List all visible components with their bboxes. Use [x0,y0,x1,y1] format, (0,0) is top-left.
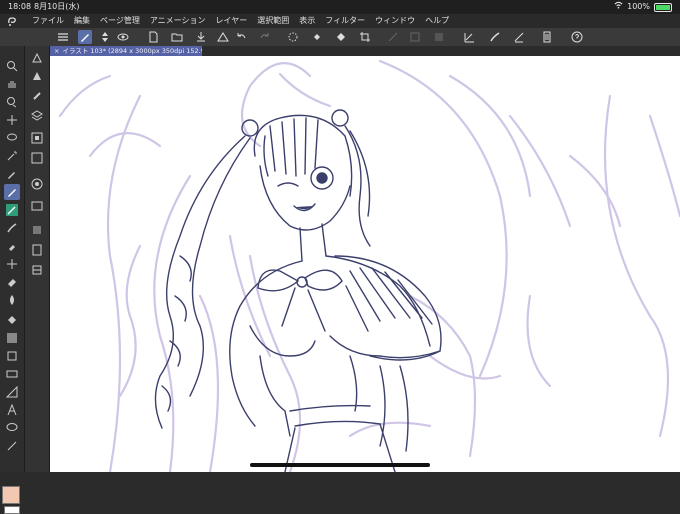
layers-icon[interactable] [29,108,45,124]
menu-items: ファイル 編集 ページ管理 アニメーション レイヤー 選択範囲 表示 フィルター… [32,14,449,28]
sketch-artwork [58,59,680,472]
tool-palette [0,46,25,514]
fill-tool-icon[interactable] [4,312,20,328]
menu-bar: ファイル 編集 ページ管理 アニメーション レイヤー 選択範囲 表示 フィルター… [0,14,680,28]
move-icon[interactable] [4,112,20,128]
color-wheel-icon[interactable] [29,176,45,192]
sub-pen-icon[interactable] [29,50,45,66]
lasso-icon[interactable] [4,130,20,146]
menu-window[interactable]: ウィンドウ [375,14,415,28]
sub-marker-icon[interactable] [29,88,45,104]
sub-tool-palette [25,46,50,472]
correction-icon[interactable] [4,438,20,454]
main-color-swatch[interactable] [2,486,20,504]
menu-selection[interactable]: 選択範囲 [257,14,289,28]
figure-icon[interactable] [4,348,20,364]
swap-icon[interactable] [98,30,112,44]
menu-file[interactable]: ファイル [32,14,64,28]
sub-nib-icon[interactable] [29,68,45,84]
fill-icon[interactable] [310,30,324,44]
blend-icon[interactable] [4,292,20,308]
drawing-canvas[interactable] [50,56,680,472]
marquee-icon[interactable] [286,30,300,44]
app-logo-icon[interactable] [6,15,18,27]
menu-help[interactable]: ヘルプ [425,14,449,28]
document-tab[interactable]: × イラスト 103* (2894 x 3000px 350dpi 152.9%) [50,46,202,56]
magic-wand-icon[interactable] [4,148,20,164]
color-set-icon[interactable] [29,198,45,214]
crop-icon[interactable] [358,30,372,44]
deselect-icon[interactable] [408,30,422,44]
new-file-icon[interactable] [146,30,160,44]
document-tab-title: イラスト 103* (2894 x 3000px 350dpi 152.9%) [62,47,202,55]
redo-icon[interactable] [258,30,272,44]
eyedropper-icon[interactable] [4,166,20,182]
sub-view-icon[interactable] [29,150,45,166]
frame-icon[interactable] [4,366,20,382]
ruler-icon[interactable] [4,384,20,400]
open-folder-icon[interactable] [170,30,184,44]
fill-bucket-icon[interactable] [334,30,348,44]
text-icon[interactable] [4,402,20,418]
menu-view[interactable]: 表示 [299,14,315,28]
menu-icon[interactable] [56,30,70,44]
status-date: 8月10日(水) [34,2,80,11]
hand-icon[interactable] [4,76,20,92]
status-right: 100% [614,0,672,14]
triangle-up-icon[interactable] [216,30,230,44]
invert-icon[interactable] [432,30,446,44]
layer-icon[interactable] [540,30,554,44]
menu-page[interactable]: ページ管理 [100,14,140,28]
battery-icon [654,2,672,12]
brush-icon[interactable] [488,30,502,44]
status-time: 18:08 [8,2,32,11]
help-icon[interactable] [570,30,584,44]
intermediate-color-icon[interactable] [29,222,45,238]
gradient-icon[interactable] [4,330,20,346]
layer-property-icon[interactable] [29,262,45,278]
material-icon[interactable] [29,242,45,258]
zoom-icon[interactable] [4,58,20,74]
menu-animation[interactable]: アニメーション [150,14,206,28]
menu-filter[interactable]: フィルター [325,14,365,28]
wifi-icon [614,0,623,14]
brush-alt-icon[interactable] [512,30,526,44]
pen-angle-icon[interactable] [462,30,476,44]
sub-color-swatch[interactable] [4,506,20,514]
undo-icon[interactable] [234,30,248,44]
balloon-icon[interactable] [4,420,20,436]
save-icon[interactable] [194,30,208,44]
airbrush-icon[interactable] [4,238,20,254]
decoration-icon[interactable] [4,256,20,272]
home-indicator [250,463,430,467]
navigator-icon[interactable] [29,130,45,146]
pen-tool-icon[interactable] [78,30,92,44]
pen-icon[interactable] [4,184,20,200]
ios-status-bar: 18:08 8月10日(水) 100% [0,0,680,14]
tab-strip [202,46,680,56]
select-all-icon[interactable] [386,30,400,44]
command-bar [0,28,680,47]
eraser-icon[interactable] [4,274,20,290]
menu-edit[interactable]: 編集 [74,14,90,28]
battery-percent: 100% [627,2,650,11]
eye-icon[interactable] [116,30,130,44]
zoom-rotate-icon[interactable] [4,94,20,110]
brush-tool-icon[interactable] [4,220,20,236]
menu-layer[interactable]: レイヤー [216,14,248,28]
close-tab-icon[interactable]: × [54,47,59,55]
pencil-icon[interactable] [4,202,20,218]
